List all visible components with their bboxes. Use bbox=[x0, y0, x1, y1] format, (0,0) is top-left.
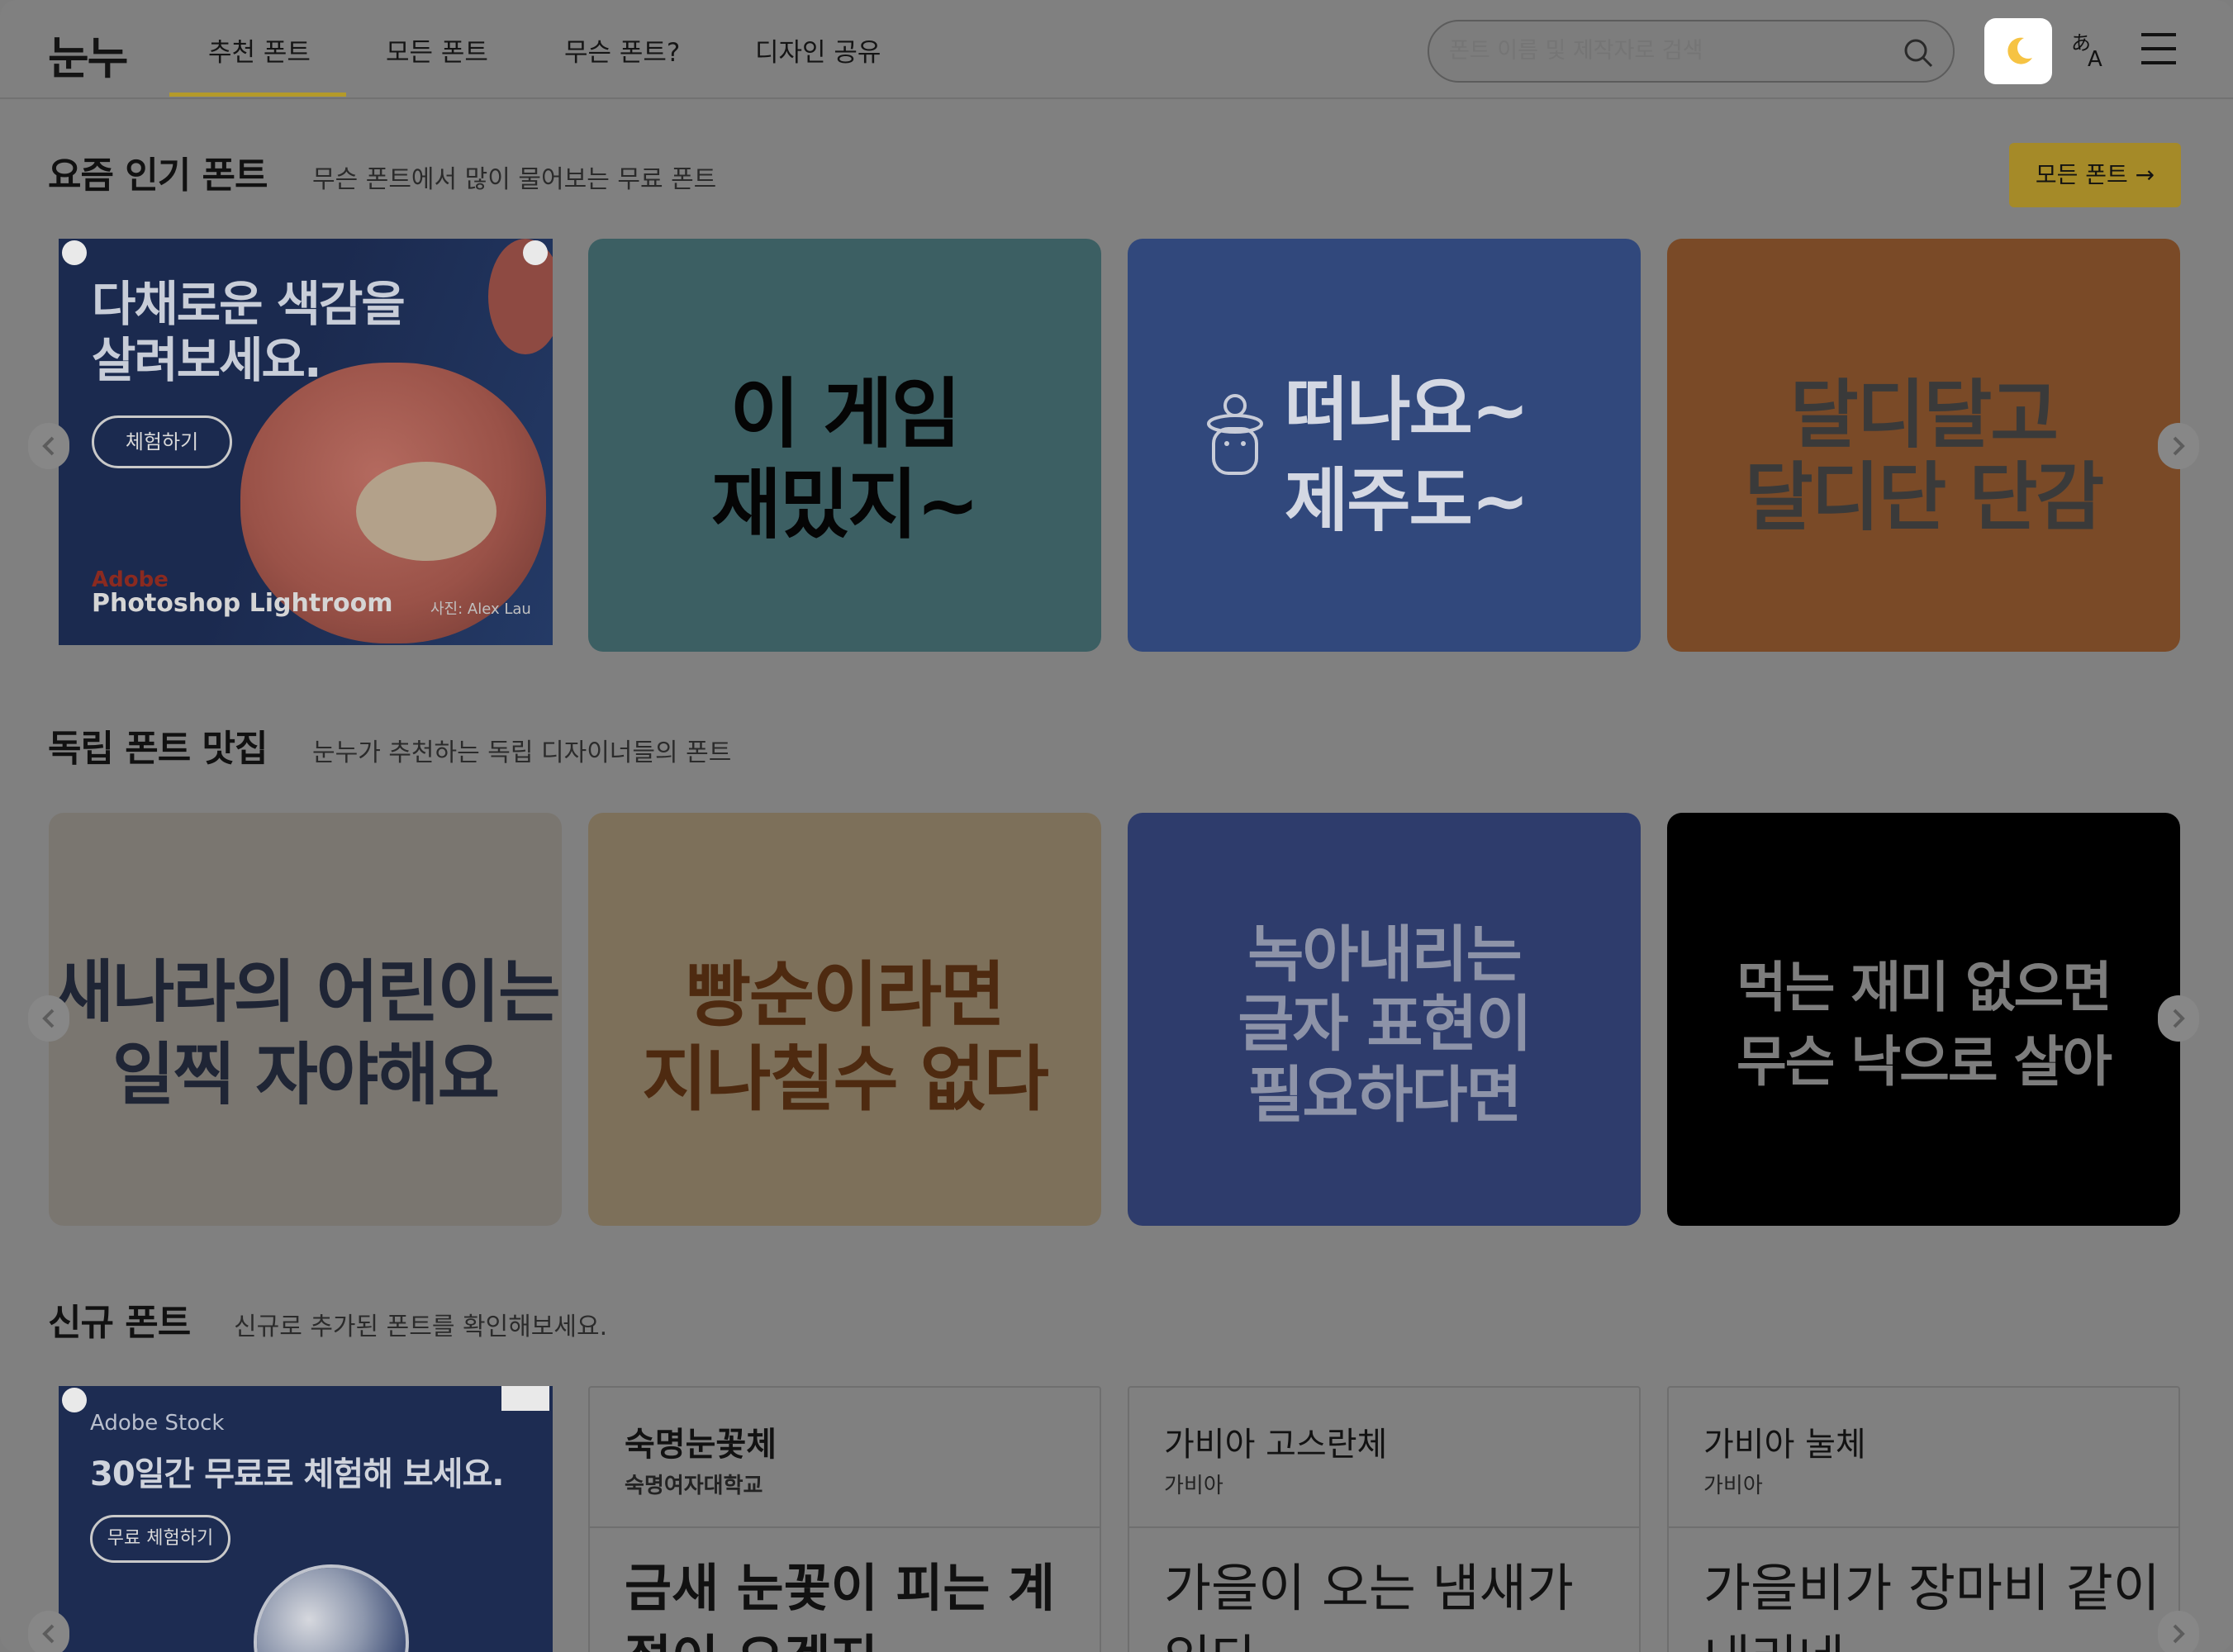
new-font-card[interactable]: 가비아 고스란체 가비아 가을이 오는 냄새가 있다 bbox=[1128, 1386, 1641, 1652]
ad-options-icon[interactable] bbox=[523, 240, 548, 265]
active-nav-indicator bbox=[169, 93, 346, 97]
popular-section-subtitle: 무슨 폰트에서 많이 물어보는 무료 폰트 bbox=[312, 165, 717, 194]
advertisement-lightroom[interactable]: 다채로운 색감을 살려보세요. 체험하기 Adobe Photoshop Lig… bbox=[59, 239, 553, 645]
popular-section-title: 요즘 인기 폰트 bbox=[48, 154, 268, 197]
card-sample-line-1: 먹는 재미 없으면 bbox=[1737, 956, 2112, 1019]
indie-section-title: 독립 폰트 맛집 bbox=[48, 728, 268, 770]
popular-font-card[interactable]: 이 게임 재밌지~ bbox=[588, 239, 1101, 652]
svg-text:A: A bbox=[2088, 47, 2102, 71]
font-author[interactable]: 숙명여자대학교 bbox=[625, 1469, 763, 1499]
advertisement-adobe-stock[interactable]: Adobe Stock 30일간 무료로 체험해 보세요. 무료 체험하기 bbox=[59, 1386, 553, 1652]
ad-info-icon[interactable] bbox=[62, 1388, 87, 1412]
nav-what-font[interactable]: 무슨 폰트? bbox=[564, 31, 680, 69]
all-fonts-button[interactable]: 모든 폰트 → bbox=[2009, 143, 2181, 207]
ad-globe-frame bbox=[254, 1564, 409, 1652]
font-sample-text: 가을이 오는 냄새가 있다 bbox=[1164, 1558, 1574, 1652]
carousel-next-button[interactable] bbox=[2158, 995, 2199, 1042]
indie-font-card[interactable]: 새나라의 어린이는 일찍 자야해요 bbox=[49, 813, 562, 1226]
chevron-right-icon bbox=[2173, 1009, 2185, 1028]
ad-info-icon[interactable] bbox=[62, 240, 87, 265]
font-author[interactable]: 가비아 bbox=[1164, 1469, 1223, 1499]
nav-recommended[interactable]: 추천 폰트 bbox=[208, 31, 311, 69]
new-font-card-header: 숙명눈꽃체 숙명여자대학교 bbox=[590, 1388, 1100, 1528]
ad-cta-button[interactable]: 무료 체험하기 bbox=[90, 1515, 230, 1563]
carousel-prev-button[interactable] bbox=[28, 1611, 69, 1652]
carousel-prev-button[interactable] bbox=[28, 423, 69, 469]
popular-font-card[interactable]: 달디달고 달디단 단감 bbox=[1667, 239, 2180, 652]
new-font-card[interactable]: 숙명눈꽃체 숙명여자대학교 금새 눈꽃이 피는 계절이 오겠지 bbox=[588, 1386, 1101, 1652]
indie-font-card[interactable]: 녹아내리는 글자 표현이 필요하다면 bbox=[1128, 813, 1641, 1226]
font-name[interactable]: 가비아 고스란체 bbox=[1164, 1417, 1387, 1465]
font-sample-text: 가을비가 장마비 같이 내리네 bbox=[1703, 1558, 2160, 1652]
carousel-next-button[interactable] bbox=[2158, 423, 2199, 469]
card-sample-line-2: 지나칠수 없다 bbox=[642, 1038, 1049, 1121]
carousel-prev-button[interactable] bbox=[28, 995, 69, 1042]
indie-font-card[interactable]: 먹는 재미 없으면 무슨 낙으로 살아 bbox=[1667, 813, 2180, 1226]
indie-section-subtitle: 눈누가 추천하는 독립 디자이너들의 폰트 bbox=[312, 738, 732, 767]
ad-headline: 30일간 무료로 체험해 보세요. bbox=[90, 1455, 504, 1493]
screen: 눈누 추천 폰트 모든 폰트 무슨 폰트? 디자인 공유 あ A 요즘 인기 폰… bbox=[0, 0, 2233, 1652]
card-sample-line-2: 일찍 자야해요 bbox=[112, 1036, 500, 1114]
ad-headline-2: 살려보세요. bbox=[92, 332, 322, 388]
menu-icon[interactable] bbox=[2140, 31, 2178, 69]
translate-icon[interactable]: あ A bbox=[2069, 30, 2111, 74]
chevron-left-icon bbox=[42, 1624, 55, 1644]
card-sample-line-3: 필요하다면 bbox=[1247, 1060, 1522, 1131]
font-name[interactable]: 숙명눈꽃체 bbox=[625, 1417, 777, 1465]
font-name[interactable]: 가비아 눌체 bbox=[1703, 1417, 1866, 1465]
ad-credit: 사진: Alex Lau bbox=[430, 601, 531, 618]
ad-bun-bite bbox=[356, 462, 496, 561]
search-input[interactable] bbox=[1449, 38, 1879, 64]
nav-all-fonts[interactable]: 모든 폰트 bbox=[386, 31, 488, 69]
new-section-subtitle: 신규로 추가된 폰트를 확인해보세요. bbox=[234, 1313, 608, 1341]
card-sample-line-2: 무슨 낙으로 살아 bbox=[1737, 1030, 2112, 1094]
card-sample-line-1: 떠나요~ bbox=[1285, 369, 1529, 450]
ad-close-icon[interactable] bbox=[501, 1386, 549, 1411]
popular-font-card[interactable]: 떠나요~ 제주도~ bbox=[1128, 239, 1641, 652]
site-logo[interactable]: 눈누 bbox=[48, 21, 128, 87]
font-sample-text: 금새 눈꽃이 피는 계절이 오겠지 bbox=[625, 1558, 1056, 1652]
moon-icon bbox=[2007, 37, 2032, 64]
ad-cta-button[interactable]: 체험하기 bbox=[92, 415, 232, 468]
indie-font-card[interactable]: 빵순이라면 지나칠수 없다 bbox=[588, 813, 1101, 1226]
chevron-left-icon bbox=[42, 436, 55, 456]
card-sample-line-2: 제주도~ bbox=[1285, 460, 1529, 541]
new-font-card[interactable]: 가비아 눌체 가비아 가을비가 장마비 같이 내리네 bbox=[1667, 1386, 2180, 1652]
new-section-title: 신규 폰트 bbox=[48, 1302, 191, 1344]
chevron-left-icon bbox=[42, 1009, 55, 1028]
character-icon bbox=[1207, 394, 1263, 475]
search-box[interactable] bbox=[1428, 20, 1955, 83]
chevron-right-icon bbox=[2173, 436, 2185, 456]
dark-mode-toggle[interactable] bbox=[1984, 18, 2052, 84]
card-sample-line-2: 재밌지~ bbox=[710, 461, 980, 549]
carousel-next-button[interactable] bbox=[2158, 1611, 2199, 1652]
card-sample-line-2: 달디단 단감 bbox=[1744, 454, 2104, 541]
ad-brand: Adobe Stock bbox=[90, 1411, 225, 1436]
ad-product: Photoshop Lightroom bbox=[92, 589, 393, 618]
top-navigation: 눈누 추천 폰트 모든 폰트 무슨 폰트? 디자인 공유 あ A bbox=[0, 0, 2233, 99]
new-font-card-header: 가비아 눌체 가비아 bbox=[1669, 1388, 2178, 1528]
new-font-card-header: 가비아 고스란체 가비아 bbox=[1129, 1388, 1639, 1528]
nav-design-share[interactable]: 디자인 공유 bbox=[755, 31, 881, 69]
chevron-right-icon bbox=[2173, 1624, 2185, 1644]
font-author[interactable]: 가비아 bbox=[1703, 1469, 1763, 1499]
search-icon[interactable] bbox=[1902, 36, 1935, 73]
